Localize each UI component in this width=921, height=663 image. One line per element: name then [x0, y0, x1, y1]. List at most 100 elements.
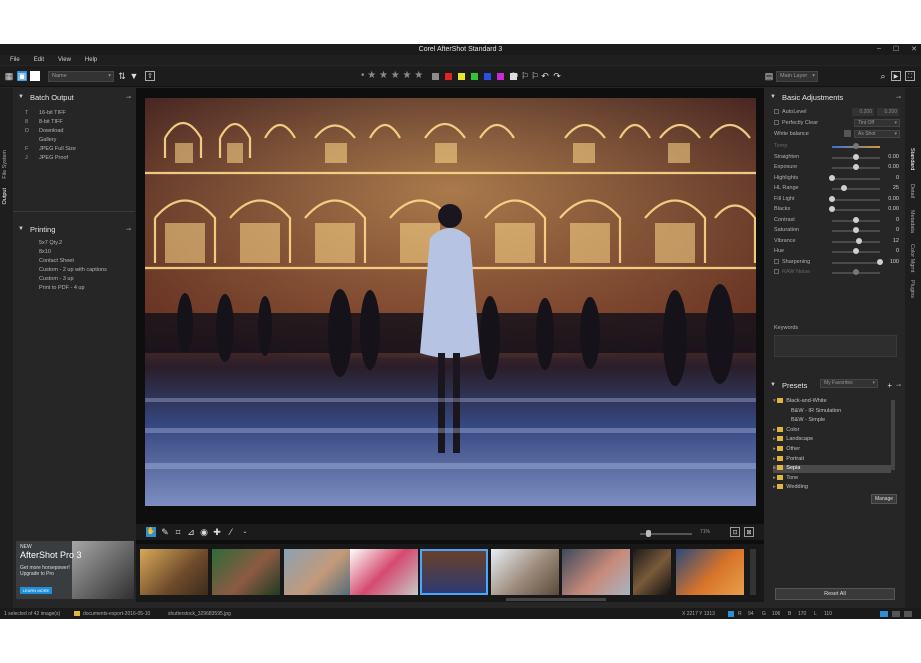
menu-edit[interactable]: Edit [34, 57, 44, 63]
actual-size-icon[interactable]: ⊠ [744, 527, 754, 537]
slider-knob[interactable] [853, 153, 859, 160]
color-label-yellow[interactable] [458, 73, 465, 80]
tab-standard[interactable]: Standard [909, 148, 915, 170]
adjustment-value[interactable]: 0.00 [888, 154, 899, 160]
filmstrip-thumb[interactable] [562, 549, 630, 595]
filmstrip-thumb[interactable] [676, 549, 744, 595]
preset-folder[interactable]: ▸ Landscape [773, 436, 891, 444]
batch-output-item[interactable]: J JPEG Proof [25, 155, 68, 161]
sort-direction-icon[interactable]: ⇅ [117, 71, 127, 81]
pin-icon[interactable]: ⊸ [896, 382, 901, 389]
flag-icon[interactable]: ⚑ [510, 71, 520, 81]
adjustment-slider-row[interactable]: RAW Noise [774, 268, 901, 278]
batch-output-item[interactable]: 8 8-bit TIFF [25, 119, 63, 125]
tab-file-system[interactable]: File System [2, 150, 8, 179]
pin-icon[interactable]: ⊸ [896, 94, 901, 101]
compare-view-icon[interactable] [30, 71, 40, 81]
preset-folder[interactable]: ▸ Sepia [773, 465, 891, 474]
filmstrip-thumb[interactable] [284, 549, 352, 595]
pin-icon[interactable]: ⊸ [126, 94, 131, 101]
chevron-down-icon[interactable]: ⌄ [240, 527, 250, 537]
batch-output-item[interactable]: Gallery [25, 137, 56, 143]
perfectly-clear-row[interactable]: Perfectly Clear Tint Off [774, 119, 901, 129]
preset-folder[interactable]: ▸ Color [773, 427, 891, 435]
crop-icon[interactable]: ⌗ [173, 527, 183, 537]
perfectly-clear-checkbox[interactable] [774, 120, 779, 126]
filmstrip-thumb-selected[interactable] [420, 549, 488, 595]
printing-item[interactable]: Contact Sheet [39, 258, 74, 264]
batch-output-item[interactable]: D Download [25, 128, 63, 134]
adjustment-slider-row[interactable]: Blacks 0.00 [774, 205, 901, 215]
preset-folder[interactable]: ▸ Tone [773, 475, 891, 483]
hand-tool-icon[interactable]: ✋ [146, 527, 156, 537]
white-balance-select[interactable]: As Shot [854, 130, 900, 138]
color-label-green[interactable] [471, 73, 478, 80]
minimize-icon[interactable]: – [877, 45, 881, 53]
adjustment-checkbox[interactable] [774, 258, 779, 264]
color-label-purple[interactable] [497, 73, 504, 80]
status-view-icon[interactable] [904, 611, 912, 617]
main-photo[interactable] [145, 98, 756, 506]
keywords-input[interactable] [774, 335, 897, 357]
printing-item[interactable]: Print to PDF - 4 up [39, 285, 85, 291]
adjustment-slider-row[interactable]: Sharpening 100 [774, 258, 901, 268]
adjustment-slider-row[interactable]: Contrast 0 [774, 216, 901, 226]
tab-plugins[interactable]: Plugins [909, 280, 915, 298]
autolevel-value-2[interactable]: 0.200 [877, 108, 899, 116]
autolevel-row[interactable]: AutoLevel 0.200 0.200 [774, 108, 901, 118]
slider-knob[interactable] [829, 206, 835, 212]
export-icon[interactable]: ⇧ [145, 71, 155, 81]
adjustment-slider-row[interactable]: HL Range 25 [774, 184, 901, 194]
preset-folder[interactable]: ▾ Black-and-White [773, 398, 891, 406]
manage-button[interactable]: Manage [871, 494, 897, 504]
slider-knob[interactable] [853, 269, 859, 275]
batch-output-item[interactable]: T 16-bit TIFF [25, 110, 66, 116]
presets-header[interactable]: ▼ Presets My Favorites + ⊸ [765, 378, 905, 392]
close-icon[interactable]: ✕ [911, 45, 917, 53]
tab-metadata[interactable]: Metadata [909, 210, 915, 233]
filmstrip-thumb[interactable] [350, 549, 418, 595]
add-preset-icon[interactable]: + [887, 381, 892, 390]
adjustment-slider-row[interactable]: Fill Light 0.00 [774, 195, 901, 205]
adjustment-value[interactable]: 0 [896, 248, 899, 254]
slider-knob[interactable] [855, 237, 862, 244]
adjustment-value[interactable]: 0 [896, 217, 899, 223]
slider-track[interactable] [832, 209, 880, 211]
slider-track[interactable] [832, 188, 880, 190]
filmstrip-scrollbar[interactable] [750, 549, 756, 595]
preset-folder[interactable]: ▸ Other [773, 446, 891, 454]
adjustment-slider-row[interactable]: Straighten 0.00 [774, 153, 901, 163]
printing-item[interactable]: 8x10 [39, 249, 51, 255]
perfectly-clear-select[interactable]: Tint Off [854, 119, 900, 127]
adjustment-slider-row[interactable]: Hue 0 [774, 247, 901, 257]
rotate-right-icon[interactable]: ↷ [552, 71, 562, 81]
upgrade-ad[interactable]: NEW AfterShot Pro 3 Get more horsepower!… [16, 541, 134, 599]
adjustment-value[interactable]: 0.00 [888, 196, 899, 202]
preset-folder[interactable]: ▸ Portrait [773, 456, 891, 464]
brush-icon[interactable]: ⁄ [226, 527, 236, 537]
printing-item[interactable]: Custom - 3 up [39, 276, 74, 282]
color-label-gray[interactable] [432, 73, 439, 80]
autolevel-value-1[interactable]: 0.200 [852, 108, 874, 116]
eyedropper-icon[interactable]: ✎ [160, 527, 170, 537]
adjustment-slider-row[interactable]: Vibrance 12 [774, 237, 901, 247]
slider-track[interactable] [832, 261, 880, 264]
learn-more-button[interactable]: LEARN MORE [20, 587, 52, 594]
layer-select[interactable]: Main Layer [776, 71, 818, 82]
slider-knob[interactable] [853, 216, 859, 223]
slider-knob[interactable] [877, 258, 883, 265]
adjustment-value[interactable]: 0 [896, 227, 899, 233]
redeye-icon[interactable]: ◉ [199, 527, 209, 537]
grid-view-icon[interactable]: ▦ [4, 71, 14, 81]
slider-knob[interactable] [841, 185, 847, 191]
menu-view[interactable]: View [58, 57, 71, 63]
menu-help[interactable]: Help [85, 57, 97, 63]
filmstrip-thumb[interactable] [491, 549, 559, 595]
menu-file[interactable]: File [10, 57, 20, 63]
preset-scrollbar[interactable] [891, 400, 895, 470]
adjustment-value[interactable]: 0.00 [888, 206, 899, 212]
adjustment-slider-row[interactable]: Temp [774, 142, 901, 152]
adjustment-slider-row[interactable]: Highlights 0 [774, 174, 901, 184]
eyedropper-icon[interactable] [844, 130, 851, 137]
tab-color-mgmt[interactable]: Color Mgmt [909, 244, 915, 272]
